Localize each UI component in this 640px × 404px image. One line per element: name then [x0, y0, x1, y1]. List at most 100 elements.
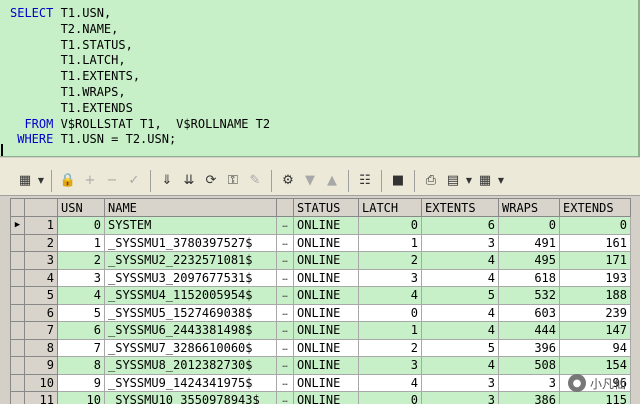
cell-latch[interactable]: 3 [358, 356, 422, 375]
cell-extents[interactable]: 4 [421, 356, 499, 375]
table-row[interactable]: 11 10 _SYSSMU10_3550978943$… ONLINE 0 3 386 115 [10, 391, 631, 404]
table-row[interactable]: 6 5 _SYSSMU5_1527469038$… ONLINE 0 4 603 239 [10, 303, 631, 322]
chevron-down-icon[interactable]: ▼ [36, 170, 46, 192]
cell-extends[interactable]: 94 [559, 338, 631, 357]
cell-wraps[interactable]: 603 [498, 303, 560, 322]
cell-name[interactable]: _SYSSMU1_3780397527$ [104, 233, 277, 252]
chevron-down-icon[interactable]: ▼ [464, 170, 474, 192]
link-icon[interactable]: ☷ [354, 170, 376, 192]
cell-extends[interactable]: 171 [559, 251, 631, 270]
cell-usn[interactable]: 9 [57, 373, 105, 392]
table-row[interactable]: 7 6 _SYSSMU6_2443381498$… ONLINE 1 4 444 147 [10, 321, 631, 340]
cell-usn[interactable]: 2 [57, 251, 105, 270]
cell-extends[interactable]: 193 [559, 268, 631, 287]
cell-extends[interactable]: 147 [559, 321, 631, 340]
cell-ellipsis-button[interactable]: … [276, 268, 294, 287]
triangle-up-icon[interactable]: ▲ [321, 170, 343, 192]
find-icon[interactable]: ⚿ [222, 170, 244, 192]
cell-extends[interactable]: 0 [559, 216, 631, 235]
cell-latch[interactable]: 0 [358, 216, 422, 235]
arrow-down-icon[interactable]: ⇓ [156, 170, 178, 192]
grid-icon[interactable]: ▦ [14, 170, 36, 192]
cell-ellipsis-button[interactable]: … [276, 251, 294, 270]
cell-latch[interactable]: 1 [358, 233, 422, 252]
row-number[interactable]: 1 [24, 216, 58, 235]
cell-ellipsis-button[interactable]: … [276, 356, 294, 375]
chevron-down-icon[interactable]: ▼ [496, 170, 506, 192]
cell-wraps[interactable]: 532 [498, 286, 560, 305]
column-header-latch[interactable]: LATCH [358, 198, 422, 217]
chart-icon[interactable]: ▤ [442, 170, 464, 192]
table-row[interactable]: 2 1 _SYSSMU1_3780397527$… ONLINE 1 3 491 161 [10, 233, 631, 252]
cell-usn[interactable]: 8 [57, 356, 105, 375]
cell-extends[interactable]: 161 [559, 233, 631, 252]
cell-latch[interactable]: 2 [358, 338, 422, 357]
cell-usn[interactable]: 5 [57, 303, 105, 322]
plus-icon[interactable]: + [79, 170, 101, 192]
cell-latch[interactable]: 4 [358, 286, 422, 305]
cell-status[interactable]: ONLINE [293, 286, 359, 305]
print-icon[interactable]: ⎙ [420, 170, 442, 192]
column-header-wraps[interactable]: WRAPS [498, 198, 560, 217]
cell-latch[interactable]: 2 [358, 251, 422, 270]
cell-wraps[interactable]: 491 [498, 233, 560, 252]
cell-ellipsis-button[interactable]: … [276, 321, 294, 340]
save-icon[interactable]: ■ [387, 170, 409, 192]
minus-icon[interactable]: − [101, 170, 123, 192]
table-row[interactable]: ▶ 1 0 SYSTEM… ONLINE 0 6 0 0 [10, 216, 631, 235]
export-icon[interactable]: ▦ [474, 170, 496, 192]
cell-latch[interactable]: 4 [358, 373, 422, 392]
cell-ellipsis-button[interactable]: … [276, 233, 294, 252]
cell-usn[interactable]: 4 [57, 286, 105, 305]
column-header-usn[interactable]: USN [57, 198, 105, 217]
row-number[interactable]: 11 [24, 391, 58, 404]
table-row[interactable]: 5 4 _SYSSMU4_1152005954$… ONLINE 4 5 532 188 [10, 286, 631, 305]
row-number[interactable]: 9 [24, 356, 58, 375]
row-number[interactable]: 8 [24, 338, 58, 357]
clear-icon[interactable]: ✎ [244, 170, 266, 192]
row-number[interactable]: 7 [24, 321, 58, 340]
cell-name[interactable]: _SYSSMU8_2012382730$ [104, 356, 277, 375]
row-number[interactable]: 2 [24, 233, 58, 252]
column-header-extents[interactable]: EXTENTS [421, 198, 499, 217]
cell-extents[interactable]: 4 [421, 268, 499, 287]
cell-extends[interactable]: 188 [559, 286, 631, 305]
cell-usn[interactable]: 10 [57, 391, 105, 404]
cell-name[interactable]: _SYSSMU10_3550978943$ [104, 391, 277, 404]
cell-wraps[interactable]: 495 [498, 251, 560, 270]
cell-latch[interactable]: 1 [358, 321, 422, 340]
table-row[interactable]: 4 3 _SYSSMU3_2097677531$… ONLINE 3 4 618 193 [10, 268, 631, 287]
cell-extents[interactable]: 3 [421, 373, 499, 392]
cell-extents[interactable]: 3 [421, 233, 499, 252]
cell-extends[interactable]: 115 [559, 391, 631, 404]
cell-extends[interactable]: 239 [559, 303, 631, 322]
cell-ellipsis-button[interactable]: … [276, 373, 294, 392]
cell-status[interactable]: ONLINE [293, 356, 359, 375]
cell-extents[interactable]: 5 [421, 286, 499, 305]
table-row[interactable]: 3 2 _SYSSMU2_2232571081$… ONLINE 2 4 495 171 [10, 251, 631, 270]
column-header-status[interactable]: STATUS [293, 198, 359, 217]
arrow-down-all-icon[interactable]: ⇊ [178, 170, 200, 192]
cell-wraps[interactable]: 386 [498, 391, 560, 404]
cell-extents[interactable]: 6 [421, 216, 499, 235]
cell-ellipsis-button[interactable]: … [276, 391, 294, 404]
row-number[interactable]: 4 [24, 268, 58, 287]
cell-status[interactable]: ONLINE [293, 303, 359, 322]
cell-extents[interactable]: 4 [421, 303, 499, 322]
lock-icon[interactable]: 🔒 [57, 170, 79, 192]
cell-wraps[interactable]: 0 [498, 216, 560, 235]
triangle-down-icon[interactable]: ▼ [299, 170, 321, 192]
table-row[interactable]: 8 7 _SYSSMU7_3286610060$… ONLINE 2 5 396 94 [10, 338, 631, 357]
cell-latch[interactable]: 0 [358, 303, 422, 322]
cell-name[interactable]: _SYSSMU2_2232571081$ [104, 251, 277, 270]
cell-name[interactable]: SYSTEM [104, 216, 277, 235]
row-number[interactable]: 5 [24, 286, 58, 305]
cell-usn[interactable]: 7 [57, 338, 105, 357]
cell-status[interactable]: ONLINE [293, 233, 359, 252]
cell-extents[interactable]: 3 [421, 391, 499, 404]
cell-wraps[interactable]: 618 [498, 268, 560, 287]
refresh-icon[interactable]: ⟳ [200, 170, 222, 192]
cell-usn[interactable]: 1 [57, 233, 105, 252]
row-number[interactable]: 3 [24, 251, 58, 270]
cell-status[interactable]: ONLINE [293, 251, 359, 270]
